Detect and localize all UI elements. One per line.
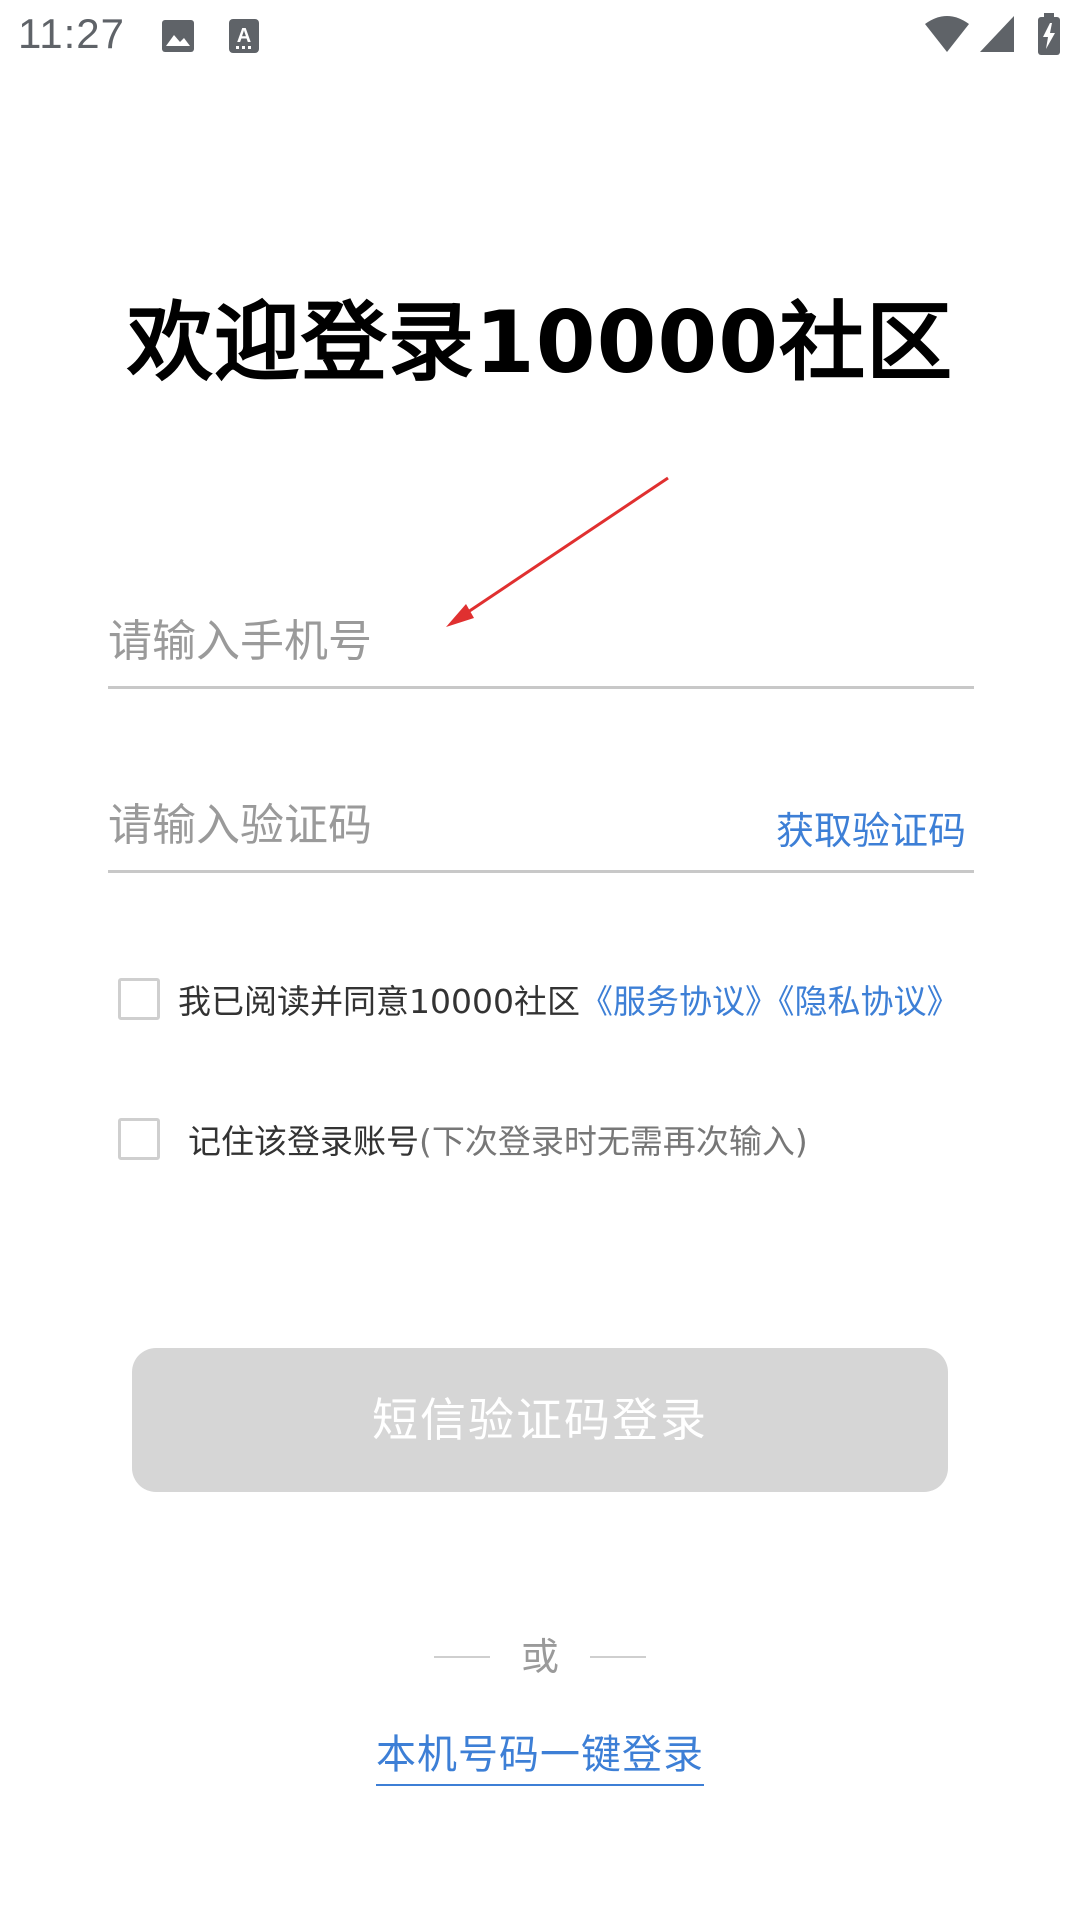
status-time: 11:27 [18, 10, 125, 57]
agreement-text: 我已阅读并同意10000社区《服务协议》《隐私协议》 [178, 974, 968, 1030]
verification-code-input[interactable] [108, 790, 728, 860]
agreement-row: 我已阅读并同意10000社区《服务协议》《隐私协议》 [118, 978, 959, 1088]
phone-input-row [108, 596, 974, 689]
sms-login-button[interactable]: 短信验证码登录 [132, 1348, 948, 1492]
onekey-login-container: 本机号码一键登录 [0, 1722, 1080, 1786]
or-divider: 或 [0, 1632, 1080, 1682]
signal-icon [980, 16, 1014, 52]
phone-input[interactable] [108, 606, 968, 676]
svg-text:A: A [237, 25, 251, 47]
image-icon [162, 20, 194, 52]
code-input-row: 获取验证码 [108, 780, 974, 873]
service-agreement-link[interactable]: 《服务协议》 [580, 982, 778, 1021]
status-bar: 11:27 A [0, 0, 1080, 72]
remember-account-text: 记住该登录账号(下次登录时无需再次输入) [188, 1114, 978, 1170]
agreement-prefix: 我已阅读并同意10000社区 [178, 982, 580, 1021]
page-title: 欢迎登录10000社区 [126, 293, 954, 393]
agreement-checkbox[interactable] [118, 978, 160, 1020]
divider-line-right [590, 1656, 646, 1658]
login-page: 11:27 A 欢迎登录10000社区 获取验证码 [0, 0, 1080, 1920]
remember-account-checkbox[interactable] [118, 1118, 160, 1160]
remember-account-hint: (下次登录时无需再次输入) [419, 1122, 808, 1161]
remember-account-row: 记住该登录账号(下次登录时无需再次输入) [118, 1118, 958, 1174]
privacy-agreement-link[interactable]: 《隐私协议》 [778, 982, 960, 1021]
wifi-icon [925, 16, 969, 52]
or-label: 或 [520, 1635, 559, 1679]
get-code-button[interactable]: 获取验证码 [776, 800, 966, 855]
text-a-icon: A [229, 19, 259, 53]
onekey-login-link[interactable]: 本机号码一键登录 [376, 1722, 704, 1786]
remember-account-label: 记住该登录账号 [188, 1122, 419, 1161]
battery-charging-icon [1038, 13, 1060, 55]
